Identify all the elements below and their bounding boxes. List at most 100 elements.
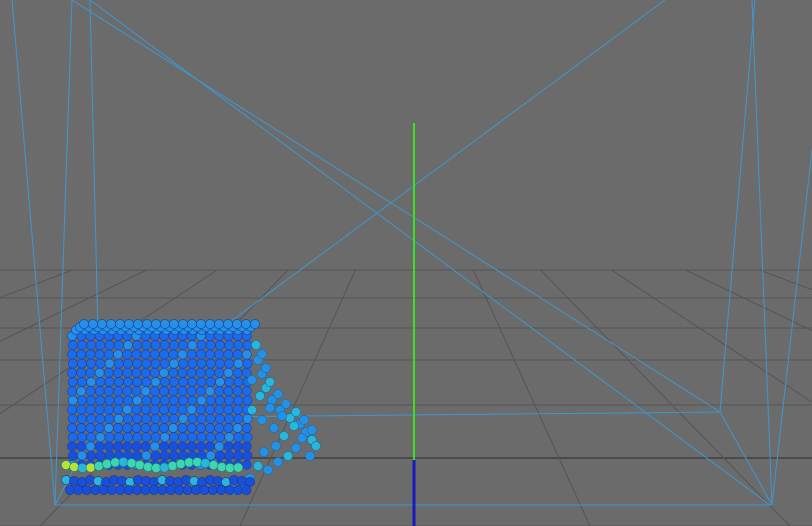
particle — [159, 395, 170, 406]
particle — [195, 404, 206, 415]
particle — [186, 367, 197, 378]
particle — [76, 386, 87, 397]
particle — [177, 441, 188, 452]
particle — [205, 404, 215, 415]
particle — [214, 386, 225, 397]
particle — [113, 377, 124, 387]
particle — [106, 319, 116, 329]
particle — [168, 404, 179, 415]
particle — [103, 349, 114, 360]
particle — [186, 386, 197, 397]
particle — [77, 450, 87, 461]
particle — [131, 367, 142, 378]
particle — [177, 386, 188, 397]
particle — [122, 367, 133, 378]
particle — [223, 319, 233, 329]
particle — [224, 395, 235, 406]
particle — [150, 358, 161, 369]
particle — [132, 340, 143, 351]
particle — [131, 349, 142, 360]
particle — [67, 377, 78, 387]
scene-canvas[interactable] — [0, 0, 812, 526]
particle — [123, 413, 133, 424]
particle — [104, 377, 115, 387]
particle — [215, 395, 225, 406]
particle — [122, 423, 133, 433]
particle — [143, 462, 153, 472]
particle — [65, 485, 75, 495]
particle — [247, 405, 257, 415]
particle — [173, 477, 183, 487]
particle — [223, 423, 234, 433]
particle — [241, 349, 252, 360]
particle — [169, 413, 179, 424]
particle — [93, 461, 104, 471]
3d-viewport[interactable] — [0, 0, 812, 526]
particle — [94, 367, 105, 378]
particle — [159, 386, 169, 397]
particle — [85, 404, 96, 415]
particle — [159, 367, 169, 378]
particle — [142, 319, 152, 329]
particle — [73, 485, 84, 495]
particle — [223, 404, 234, 415]
particle — [123, 485, 134, 495]
particle — [85, 462, 96, 473]
particle — [113, 395, 124, 406]
particle — [263, 465, 273, 475]
particle — [132, 358, 143, 369]
particle — [168, 367, 179, 378]
particle — [223, 441, 234, 452]
particle — [85, 423, 96, 433]
particle — [126, 458, 137, 469]
particle — [67, 358, 78, 369]
particle — [186, 404, 197, 415]
particle — [297, 433, 307, 443]
particle — [86, 395, 97, 406]
particle — [67, 367, 77, 378]
particle — [76, 349, 87, 360]
particle — [168, 423, 179, 433]
particle — [233, 395, 244, 406]
particle — [214, 319, 224, 329]
particle — [196, 395, 207, 406]
particle — [187, 432, 198, 443]
particle — [232, 404, 243, 415]
particle — [247, 375, 257, 385]
particle — [224, 485, 235, 495]
particle — [141, 432, 152, 443]
particle — [215, 432, 225, 443]
particle — [242, 413, 253, 424]
particle — [215, 450, 225, 461]
particle — [232, 349, 243, 360]
particle — [273, 389, 283, 399]
particle — [159, 432, 170, 443]
particle — [224, 340, 235, 351]
particle — [151, 463, 162, 473]
particle — [195, 423, 206, 433]
particle — [178, 432, 189, 443]
particle — [113, 441, 123, 452]
particle — [123, 358, 133, 369]
particle — [103, 441, 114, 452]
particle — [140, 485, 151, 495]
particle — [289, 421, 299, 431]
particle — [205, 386, 215, 397]
particle — [81, 485, 92, 495]
particle — [113, 349, 123, 360]
particle — [88, 319, 98, 329]
particle — [242, 450, 253, 461]
particle — [95, 377, 106, 387]
particle — [132, 395, 143, 406]
particle — [195, 367, 206, 378]
particle — [140, 441, 151, 452]
particle — [104, 432, 115, 443]
particle — [223, 367, 234, 378]
particle — [95, 395, 106, 406]
particle — [104, 358, 115, 369]
particle — [159, 462, 170, 473]
particle — [95, 432, 106, 443]
particle — [67, 386, 77, 397]
particle — [159, 377, 170, 387]
particle — [113, 386, 123, 397]
